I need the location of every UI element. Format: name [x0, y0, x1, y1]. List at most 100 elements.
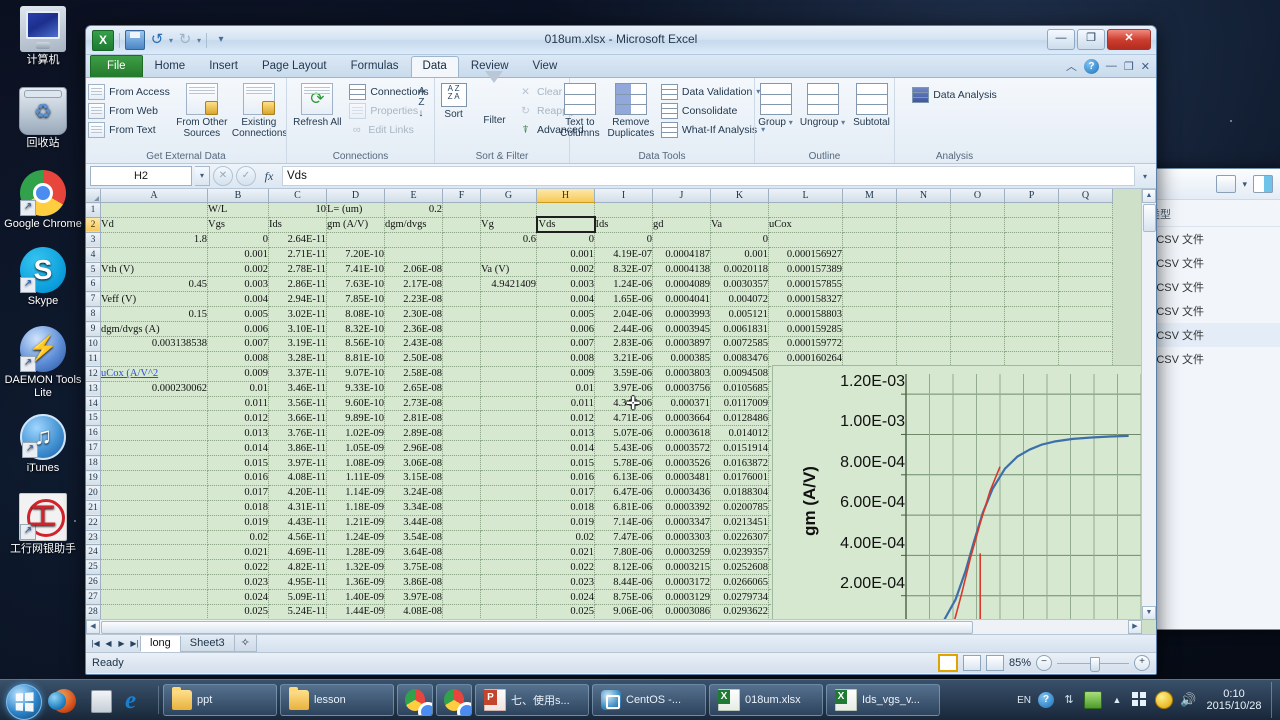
from-text-button[interactable]: From Text — [86, 121, 172, 138]
tab-formulas[interactable]: Formulas — [339, 56, 411, 77]
table-row[interactable]: 6 0.45 0.003 2.86E-11 7.63E-10 2.17E-08 4.9421… — [86, 276, 1113, 293]
cell-e4[interactable] — [384, 247, 443, 263]
row-header-1[interactable]: 1 — [86, 202, 101, 218]
cell-h18[interactable]: 0.015 — [536, 455, 595, 472]
page-layout-view-icon[interactable] — [962, 655, 981, 671]
cell-h19[interactable]: 0.016 — [536, 470, 595, 486]
cell-k26[interactable]: 0.0266065 — [710, 574, 769, 591]
cell-h11[interactable]: 0.008 — [536, 351, 595, 367]
cell-d20[interactable]: 1.14E-09 — [326, 485, 385, 501]
new-sheet-icon[interactable]: ✧ — [233, 635, 257, 652]
cell-h4[interactable]: 0.001 — [536, 247, 595, 263]
cell-c15[interactable]: 3.66E-11 — [268, 410, 327, 427]
cell-b7[interactable]: 0.004 — [207, 291, 269, 308]
cell-o7[interactable] — [950, 291, 1005, 308]
explorer-list-item[interactable]: VCSV 文件 — [1141, 323, 1280, 347]
cell-b6[interactable]: 0.003 — [207, 276, 269, 293]
cell-k25[interactable]: 0.0252608 — [710, 559, 769, 576]
cell-h16[interactable]: 0.013 — [536, 425, 595, 442]
cell-d19[interactable]: 1.11E-09 — [326, 470, 385, 486]
cell-h9[interactable]: 0.006 — [536, 321, 595, 338]
cell-e18[interactable]: 3.06E-08 — [384, 455, 443, 472]
quick-launch-calculator[interactable] — [82, 682, 118, 718]
cell-a23[interactable] — [100, 530, 208, 546]
cell-d10[interactable]: 8.56E-10 — [326, 336, 385, 352]
accept-formula-icon[interactable]: ✓ — [236, 166, 256, 186]
cell-b15[interactable]: 0.012 — [207, 410, 269, 427]
cell-k1[interactable] — [710, 202, 769, 218]
cell-n6[interactable] — [896, 276, 951, 293]
cell-a18[interactable] — [100, 455, 208, 472]
cell-b28[interactable]: 0.025 — [207, 604, 269, 620]
cell-q1[interactable] — [1058, 202, 1113, 218]
desktop-icon-chrome[interactable]: Google Chrome — [0, 166, 86, 231]
desktop-icon-computer[interactable]: 计算机 — [0, 2, 86, 67]
cell-f7[interactable] — [442, 291, 481, 308]
desktop-icon-daemon-tools[interactable]: DAEMON Tools Lite — [0, 322, 86, 400]
table-row[interactable]: 1 W/L 10 L= (um) 0.2 — [86, 202, 1113, 218]
cell-h28[interactable]: 0.025 — [536, 604, 595, 620]
tab-view[interactable]: View — [521, 56, 570, 77]
cell-f14[interactable] — [442, 396, 481, 412]
cell-b23[interactable]: 0.02 — [207, 530, 269, 546]
cell-g28[interactable] — [480, 604, 537, 620]
table-row[interactable]: 3 1.8 0 2.64E-11 0.6 0 0 0 — [86, 232, 1113, 248]
scroll-up-button[interactable]: ▲ — [1142, 189, 1156, 203]
cell-q4[interactable] — [1058, 247, 1113, 263]
cell-b17[interactable]: 0.014 — [207, 440, 269, 457]
cell-e19[interactable]: 3.15E-08 — [384, 470, 443, 486]
cell-a21[interactable] — [100, 500, 208, 516]
cell-l10[interactable]: 0.000159772 — [768, 336, 843, 352]
cell-m10[interactable] — [842, 336, 897, 352]
cell-d6[interactable]: 7.63E-10 — [326, 276, 385, 293]
cell-i19[interactable]: 6.13E-06 — [594, 470, 653, 486]
cell-f21[interactable] — [442, 500, 481, 516]
what-if-analysis-button[interactable]: What-If Analysis ▾ — [659, 121, 767, 138]
cell-g8[interactable] — [480, 306, 537, 323]
cell-g15[interactable] — [480, 410, 537, 427]
existing-connections-button[interactable]: Existing Connections — [232, 82, 287, 139]
page-break-view-icon[interactable] — [985, 655, 1004, 671]
cell-f20[interactable] — [442, 485, 481, 501]
taskbar-button-chrome-2[interactable] — [436, 684, 472, 716]
cell-l4[interactable]: 0.000156927 — [768, 247, 843, 263]
cell-g25[interactable] — [480, 559, 537, 576]
cell-b21[interactable]: 0.018 — [207, 500, 269, 516]
cell-i6[interactable]: 1.24E-06 — [594, 276, 653, 293]
cell-j17[interactable]: 0.0003572 — [652, 440, 711, 457]
first-sheet-button[interactable]: |◀ — [89, 639, 102, 648]
cell-q5[interactable] — [1058, 262, 1113, 278]
cell-d8[interactable]: 8.08E-10 — [326, 306, 385, 323]
ungroup-button[interactable]: Ungroup ▾ — [800, 82, 846, 128]
sheet-tab-sheet3[interactable]: Sheet3 — [179, 635, 235, 652]
cell-j3[interactable] — [652, 232, 711, 248]
excel-window[interactable]: X ↺ ▾ ↻ ▾ ▾ 018um.xlsx - Microsoft Excel… — [85, 25, 1157, 675]
table-row[interactable]: 2 Vd Vgs Ids gm (A/V) dgm/dvgs Vg Vds Ids gd Va uCo… — [86, 216, 1113, 234]
explorer-list-item[interactable]: VCSV 文件 — [1141, 251, 1280, 275]
cell-h6[interactable]: 0.003 — [536, 276, 595, 293]
row-header-26[interactable]: 26 — [86, 574, 101, 591]
cell-c20[interactable]: 4.20E-11 — [268, 485, 327, 501]
normal-view-icon[interactable] — [937, 654, 958, 672]
cell-k18[interactable]: 0.0163872 — [710, 455, 769, 472]
row-header-14[interactable]: 14 — [86, 396, 101, 412]
cell-e2[interactable]: dgm/dvgs — [384, 217, 443, 233]
preview-pane-icon[interactable] — [1253, 175, 1273, 193]
cell-j13[interactable]: 0.0003756 — [652, 381, 711, 397]
zoom-level[interactable]: 85% — [1009, 657, 1031, 669]
cell-h1[interactable] — [536, 202, 595, 218]
taskbar-button-chrome-1[interactable] — [397, 684, 433, 716]
view-list-icon[interactable] — [1216, 175, 1237, 193]
row-header-2[interactable]: 2 — [86, 217, 101, 233]
show-hidden-icons-icon[interactable]: ▲ — [1109, 692, 1125, 708]
subtotal-button[interactable]: Subtotal — [849, 82, 895, 128]
cell-p6[interactable] — [1004, 276, 1059, 293]
cell-d17[interactable]: 1.05E-09 — [326, 440, 385, 457]
cell-a28[interactable] — [100, 604, 208, 620]
cell-b10[interactable]: 0.007 — [207, 336, 269, 352]
cell-a14[interactable] — [100, 396, 208, 412]
taskbar-button-ppt-folder[interactable]: ppt — [163, 684, 277, 716]
column-header-l[interactable]: L — [768, 189, 843, 203]
cell-g3[interactable]: 0.6 — [480, 232, 537, 248]
cell-j22[interactable]: 0.0003347 — [652, 515, 711, 531]
